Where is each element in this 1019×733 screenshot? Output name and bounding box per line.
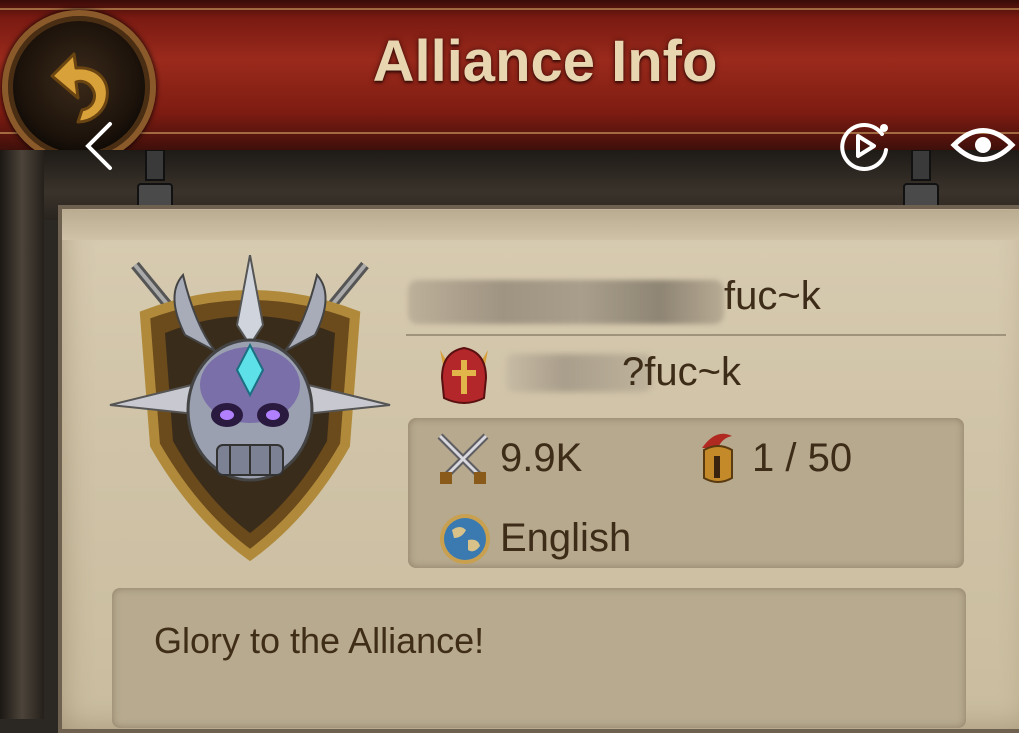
language-value: English [500,516,632,560]
leader-row: ?fuc~k [432,340,1002,410]
alliance-emblem-icon [109,255,391,562]
alliance-name-row: fuc~k [406,272,1006,336]
power-value: 9.9K [500,436,583,480]
member-count: 1 / 50 [752,436,853,480]
eye-icon[interactable] [950,122,1016,168]
description-box: Glory to the Alliance! [112,588,966,728]
back-button[interactable] [2,10,156,164]
redacted-text [408,280,724,324]
frame-pillar [0,150,44,719]
spartan-helmet-icon [702,433,733,483]
back-chevron-icon[interactable] [80,118,120,174]
panel-strip [62,210,1019,240]
crossed-swords-icon [437,433,489,484]
alliance-description: Glory to the Alliance! [154,620,485,661]
leader-name: ?fuc~k [622,350,741,394]
alliance-name: fuc~k [724,274,821,318]
globe-icon [440,514,490,564]
knight-helmet-icon [440,346,488,404]
stats-box: 9.9K 1 / 50 English [408,418,964,568]
back-arrow-icon [50,52,109,124]
replay-icon[interactable] [834,116,894,176]
